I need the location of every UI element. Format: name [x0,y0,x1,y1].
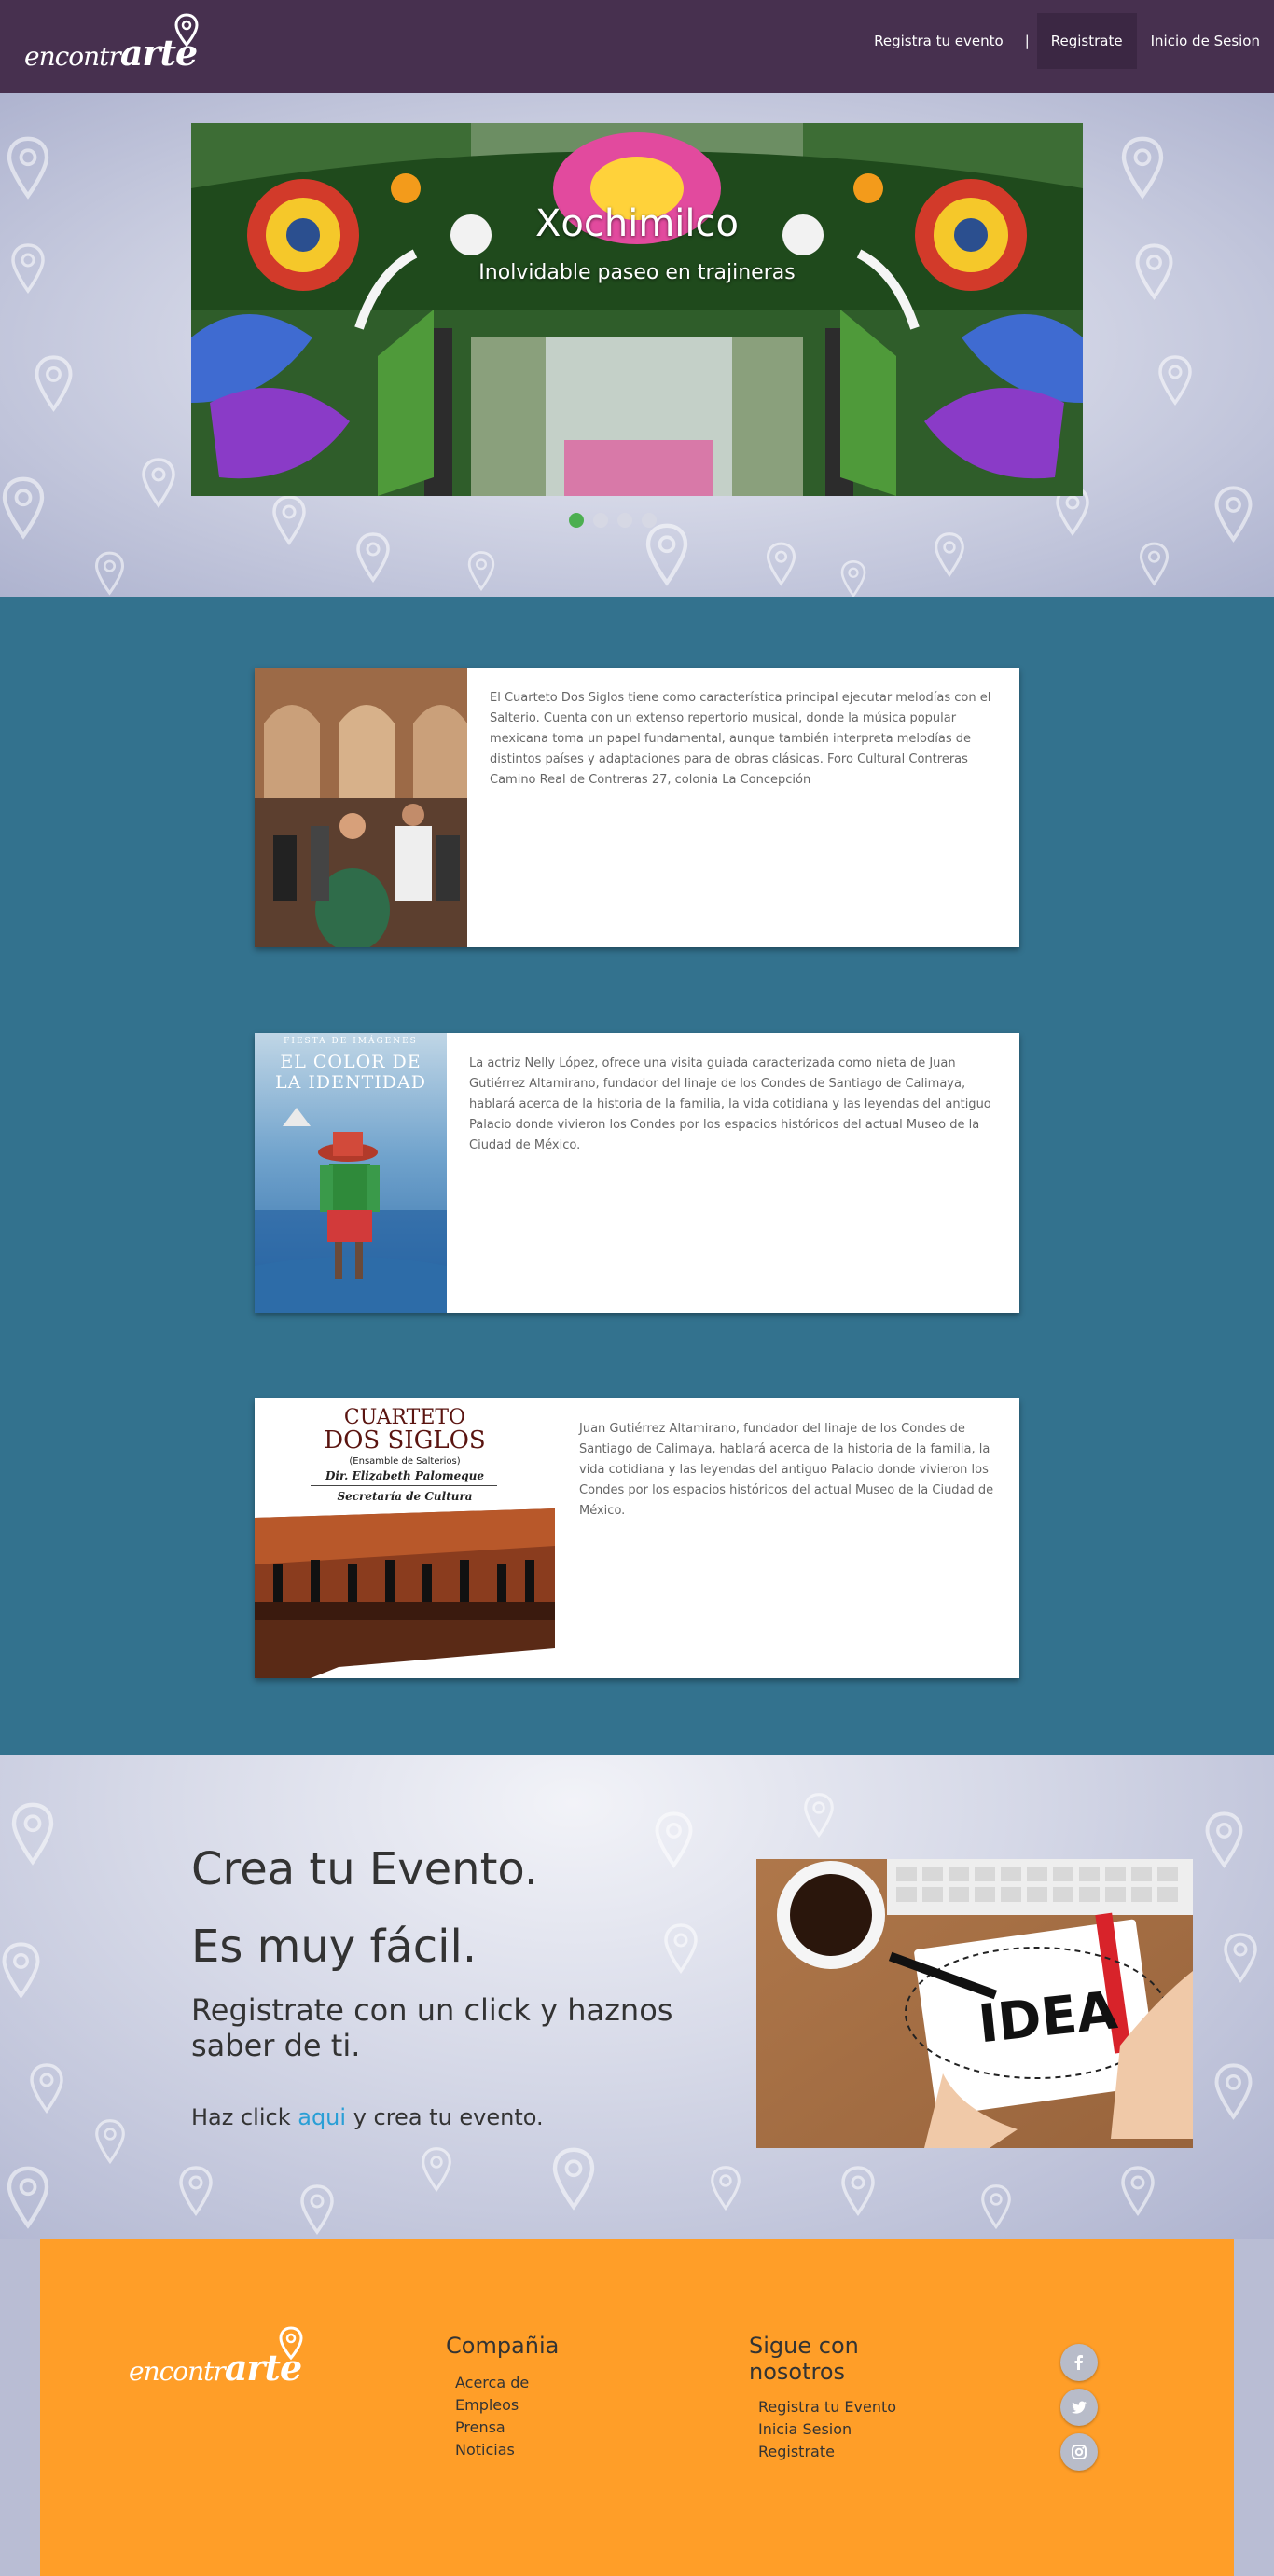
carousel-slide[interactable]: Xochimilco Inolvidable paseo en trajiner… [191,123,1083,496]
create-heading-1: Crea tu Evento. [191,1843,539,1895]
footer-link-acerca[interactable]: Acerca de [455,2372,529,2394]
create-event-link[interactable]: aqui [298,2104,346,2130]
carousel-dot-1[interactable] [569,513,584,528]
map-pin-icon [174,13,199,48]
map-pin-icon [279,2326,303,2361]
event-image [255,668,467,947]
event-poster: FIESTA DE IMÁGENES EL COLOR DE LA IDENTI… [255,1033,447,1313]
nav-inicio-sesion[interactable]: Inicio de Sesion [1137,13,1274,69]
concert-photo [255,1508,555,1678]
carousel-indicators [569,513,657,528]
create-cta: Haz click aqui y crea tu evento. [191,2104,544,2130]
footer-link-inicia-sesion[interactable]: Inicia Sesion [758,2418,896,2441]
hero-section: Xochimilco Inolvidable paseo en trajiner… [0,93,1274,597]
event-poster: CUARTETO DOS SIGLOS (Ensamble de Salteri… [255,1398,555,1678]
poster-title-2: DOS SIGLOS [324,1426,486,1454]
idea-desk-image: IDEA [756,1859,1193,2148]
facebook-icon[interactable] [1060,2344,1098,2381]
poster-org: Secretaría de Cultura [337,1490,473,1503]
nav-registra-evento[interactable]: Registra tu evento [860,13,1018,69]
footer-logo[interactable]: encontrarte [129,2326,315,2389]
event-description: El Cuarteto Dos Siglos tiene como caract… [490,691,991,787]
footer-link-registrate[interactable]: Registrate [758,2441,896,2463]
instagram-icon[interactable] [1060,2433,1098,2471]
footer-link-empleos[interactable]: Empleos [455,2394,529,2417]
poster-title-2: LA IDENTIDAD [275,1072,426,1093]
footer-company-links: Acerca de Empleos Prensa Noticias [455,2372,529,2461]
event-card[interactable]: CUARTETO DOS SIGLOS (Ensamble de Salteri… [255,1398,1019,1678]
events-section: El Cuarteto Dos Siglos tiene como caract… [0,597,1274,1755]
nav-registrate[interactable]: Registrate [1036,13,1137,69]
footer-logo-wordmark: encontrarte [129,2347,302,2389]
site-footer: encontrarte Compañia Acerca de Empleos P… [40,2239,1234,2576]
carousel-dot-3[interactable] [617,513,632,528]
create-heading-2: Es muy fácil. [191,1921,478,1973]
footer-follow-title: Sigue con nosotros [749,2333,859,2385]
logo-wordmark: encontrarte [24,32,198,74]
nav-separator: | [1024,33,1030,49]
event-card[interactable]: El Cuarteto Dos Siglos tiene como caract… [255,668,1019,947]
footer-company-title: Compañia [446,2333,560,2359]
poster-figure-illustration [255,1108,447,1313]
footer-link-noticias[interactable]: Noticias [455,2439,529,2461]
site-logo[interactable]: encontrarte [24,13,201,74]
carousel-dot-4[interactable] [642,513,657,528]
create-paragraph: Registrate con un click y haznos saber d… [191,1992,673,2063]
carousel-subtitle: Inolvidable paseo en trajineras [478,261,796,284]
main-nav: Registra tu evento | Registrate Inicio d… [860,13,1274,69]
event-card[interactable]: FIESTA DE IMÁGENES EL COLOR DE LA IDENTI… [255,1033,1019,1313]
footer-link-registra-evento[interactable]: Registra tu Evento [758,2396,896,2418]
twitter-icon[interactable] [1060,2389,1098,2426]
event-description: La actriz Nelly López, ofrece una visita… [469,1056,991,1152]
carousel-dot-2[interactable] [593,513,608,528]
footer-link-prensa[interactable]: Prensa [455,2417,529,2439]
create-event-section: Crea tu Evento. Es muy fácil. Registrate… [0,1755,1274,2239]
footer-follow-links: Registra tu Evento Inicia Sesion Registr… [758,2396,896,2463]
poster-subtitle: (Ensamble de Salterios) [349,1456,461,1467]
poster-director: Dir. Elizabeth Palomeque [325,1469,484,1482]
idea-illustration: IDEA [756,1859,1193,2148]
carousel-title: Xochimilco [535,202,739,245]
poster-title-1: EL COLOR DE [280,1052,422,1072]
poster-top-text: FIESTA DE IMÁGENES [284,1037,418,1046]
xochimilco-image [191,123,1083,496]
event-description: Juan Gutiérrez Altamirano, fundador del … [579,1422,994,1518]
top-navbar: encontrarte Registra tu evento | Registr… [0,0,1274,93]
